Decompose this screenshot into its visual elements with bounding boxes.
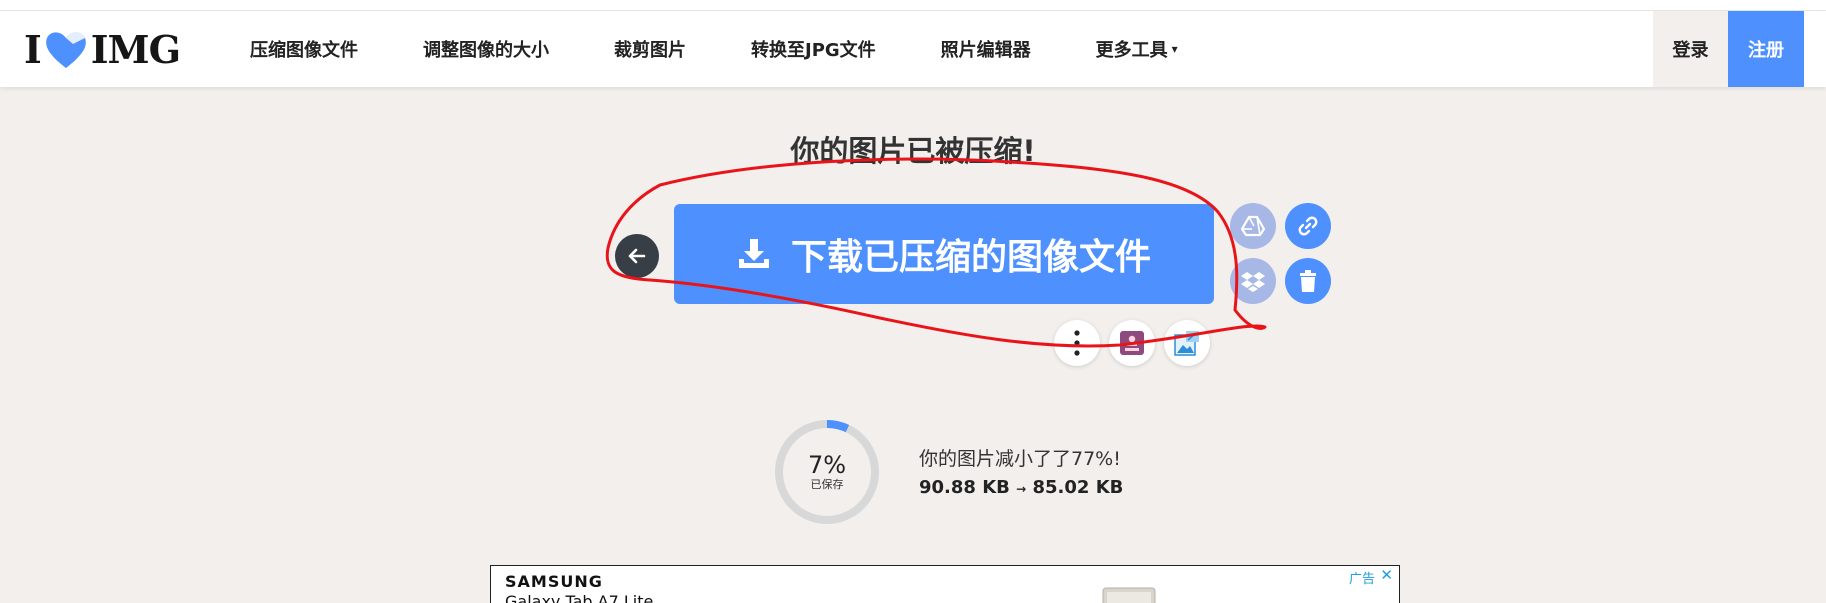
nav-compress-image[interactable]: 压缩图像文件 <box>250 36 358 62</box>
ad-brand: SAMSUNG <box>505 572 603 591</box>
ad-label[interactable]: 广告 <box>1349 568 1375 587</box>
google-drive-icon <box>1241 215 1265 237</box>
size-before: 90.88 KB <box>919 477 1010 498</box>
logo-text-img: IMG <box>90 26 181 72</box>
navbar: I IMG 压缩图像文件 调整图像的大小 裁剪图片 转换至JPG文件 照片编辑器… <box>0 11 1826 87</box>
link-icon <box>1298 216 1318 236</box>
page-title: 你的图片已被压缩! <box>790 134 1036 168</box>
register-button[interactable]: 注册 <box>1728 11 1804 87</box>
logo[interactable]: I IMG <box>24 26 181 72</box>
login-button[interactable]: 登录 <box>1653 11 1728 87</box>
nav-photo-editor[interactable]: 照片编辑器 <box>941 36 1031 62</box>
download-compressed-button[interactable]: 下载已压缩的图像文件 <box>674 204 1214 304</box>
size-change: 90.88 KB → 85.02 KB <box>919 477 1123 498</box>
watermark-tool-button[interactable] <box>1109 320 1155 366</box>
save-to-drive-button[interactable] <box>1230 203 1276 249</box>
save-to-dropbox-button[interactable] <box>1230 258 1276 304</box>
nav-convert-to-jpg[interactable]: 转换至JPG文件 <box>751 36 876 62</box>
browser-top-strip <box>0 0 1826 11</box>
copy-link-button[interactable] <box>1285 203 1331 249</box>
advertisement-banner[interactable]: SAMSUNG Galaxy Tab A7 Lite 广告 ✕ <box>490 565 1400 603</box>
close-icon[interactable]: ✕ <box>1380 566 1393 584</box>
nav-resize-image[interactable]: 调整图像的大小 <box>423 36 549 62</box>
more-vertical-icon <box>1074 330 1080 356</box>
stamp-icon <box>1120 331 1144 355</box>
tablet-image <box>1102 587 1156 603</box>
size-after: 85.02 KB <box>1032 477 1124 498</box>
image-edit-icon <box>1174 331 1199 356</box>
savings-percent: 7% <box>807 451 847 479</box>
dropbox-icon <box>1241 272 1265 292</box>
nav-more-tools-label: 更多工具 <box>1095 40 1168 61</box>
arrow-right-icon: → <box>1016 482 1027 496</box>
download-button-label: 下载已压缩的图像文件 <box>790 237 1151 278</box>
edit-image-button[interactable] <box>1164 320 1210 366</box>
chevron-down-icon: ▾ <box>1171 42 1178 56</box>
savings-progress-label: 7% 已保存 <box>773 452 881 492</box>
savings-caption: 已保存 <box>810 478 844 491</box>
arrow-left-icon <box>628 248 646 264</box>
reduction-message: 你的图片减小了了77%! <box>919 448 1121 470</box>
download-icon <box>738 239 769 268</box>
trash-icon <box>1300 270 1316 292</box>
more-options-button[interactable] <box>1054 320 1100 366</box>
nav-more-tools[interactable]: 更多工具 ▾ <box>1096 36 1178 62</box>
back-button[interactable] <box>615 234 659 278</box>
heart-logo-icon <box>45 32 86 68</box>
compression-stats: 你的图片减小了了77%! 90.88 KB → 85.02 KB <box>919 444 1123 498</box>
logo-letter-i: I <box>24 26 42 72</box>
main-nav: 压缩图像文件 调整图像的大小 裁剪图片 转换至JPG文件 照片编辑器 更多工具 … <box>250 11 1243 87</box>
delete-button[interactable] <box>1285 258 1331 304</box>
nav-crop-image[interactable]: 裁剪图片 <box>614 36 686 62</box>
ad-product: Galaxy Tab A7 Lite <box>505 592 654 603</box>
